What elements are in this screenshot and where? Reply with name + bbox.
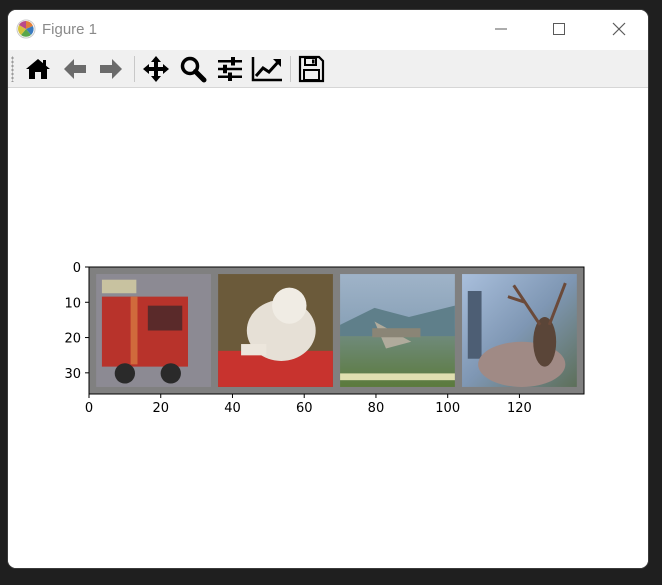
toolbar-separator bbox=[134, 56, 135, 82]
close-button[interactable] bbox=[590, 10, 648, 48]
window-title: Figure 1 bbox=[42, 21, 98, 38]
home-button[interactable] bbox=[22, 53, 54, 85]
x-tick-label: 0 bbox=[85, 401, 93, 416]
maximize-icon bbox=[553, 23, 565, 35]
x-tick-label: 120 bbox=[507, 401, 532, 416]
back-button[interactable] bbox=[59, 53, 91, 85]
toolbar-separator bbox=[290, 56, 291, 82]
save-button[interactable] bbox=[295, 53, 327, 85]
title-bar[interactable]: Figure 1 bbox=[8, 10, 648, 48]
truck-ladder bbox=[101, 279, 137, 294]
runway-line bbox=[340, 373, 455, 381]
matplotlib-app-icon bbox=[16, 19, 36, 39]
figure-canvas[interactable]: 0 20 40 60 80 100 120 0 10 20 30 bbox=[8, 89, 648, 568]
arrow-right-icon bbox=[100, 59, 122, 79]
x-tick-label: 40 bbox=[224, 401, 241, 416]
y-tick-label: 20 bbox=[64, 332, 81, 347]
toolbar-grip[interactable] bbox=[11, 56, 14, 82]
deer-neck bbox=[533, 316, 557, 367]
zoom-button[interactable] bbox=[177, 53, 209, 85]
truck-window bbox=[147, 305, 183, 331]
home-icon bbox=[26, 59, 50, 79]
y-tick-label: 0 bbox=[73, 261, 81, 276]
maximize-button[interactable] bbox=[530, 10, 588, 48]
x-tick-label: 80 bbox=[368, 401, 385, 416]
forward-button[interactable] bbox=[95, 53, 127, 85]
close-icon bbox=[612, 22, 626, 36]
configure-subplots-button[interactable] bbox=[214, 53, 246, 85]
navigation-toolbar bbox=[8, 50, 648, 88]
dog-head bbox=[272, 287, 307, 324]
y-tick-label: 10 bbox=[64, 296, 81, 311]
magnifier-icon bbox=[180, 56, 207, 83]
floppy-disk-icon bbox=[298, 55, 325, 83]
sliders-icon bbox=[218, 57, 242, 81]
truck-wheel bbox=[114, 363, 136, 384]
arrow-left-icon bbox=[64, 59, 86, 79]
x-tick-label: 100 bbox=[435, 401, 460, 416]
truck-wheel bbox=[160, 363, 181, 384]
truck-stripe bbox=[130, 296, 138, 365]
move-icon bbox=[143, 56, 169, 82]
minimize-icon bbox=[495, 28, 507, 30]
x-tick-label: 60 bbox=[296, 401, 313, 416]
axes-plot[interactable]: 0 20 40 60 80 100 120 0 10 20 30 bbox=[8, 89, 648, 568]
figure-window: Figure 1 0 20 40 60 80 100 120 0 10 20 3… bbox=[8, 10, 648, 568]
minimize-button[interactable] bbox=[472, 10, 530, 48]
pan-button[interactable] bbox=[140, 53, 172, 85]
y-tick-label: 30 bbox=[64, 367, 81, 382]
edit-axis-button[interactable] bbox=[251, 53, 283, 85]
line-chart-icon bbox=[251, 57, 282, 82]
plane-fuselage bbox=[372, 328, 421, 338]
x-tick-label: 20 bbox=[152, 401, 169, 416]
dog-paw bbox=[241, 344, 267, 356]
tree-trunk bbox=[467, 290, 482, 359]
